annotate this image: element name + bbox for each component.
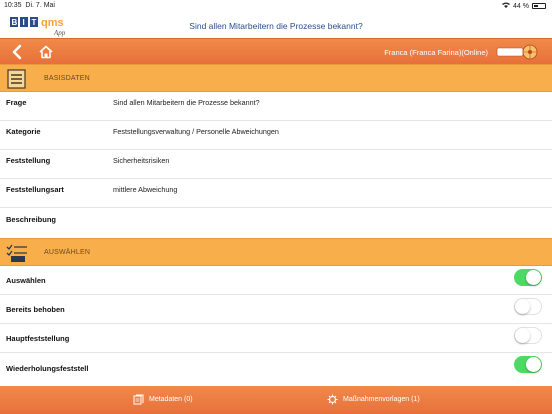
status-time-date: 10:35 Di. 7. Mai: [4, 2, 55, 9]
row-label: Bereits behoben: [6, 305, 65, 314]
row-hauptfeststellung: Hauptfeststellung: [0, 324, 552, 353]
row-label: Feststellungsart: [6, 185, 64, 194]
status-indicators: 44 %: [502, 2, 546, 10]
status-time: 10:35: [4, 2, 22, 9]
home-button[interactable]: [38, 44, 54, 60]
row-value: Feststellungsverwaltung / Personelle Abw…: [113, 127, 279, 136]
metadata-icon: [133, 394, 144, 405]
row-label: Beschreibung: [6, 215, 57, 224]
brand-logo: [496, 43, 542, 61]
row-label: Hauptfeststellung: [6, 334, 70, 343]
bottom-toolbar: Metadaten (0) Maßnahmenvorlagen (1): [0, 386, 552, 414]
row-feststellungsart: Feststellungsart mittlere Abweichung: [0, 179, 552, 208]
massnahmenvorlagen-button[interactable]: Maßnahmenvorlagen (1): [327, 394, 420, 405]
battery-icon: [532, 3, 546, 9]
app-header: B I T qms App Sind allen Mitarbeitern di…: [0, 12, 552, 38]
section-label-auswaehlen: AUSWÄHLEN: [44, 249, 91, 256]
chevron-left-icon: [12, 44, 22, 60]
row-wiederholungsfeststellung: Wiederholungsfeststell: [0, 353, 552, 386]
toggle-hauptfeststellung[interactable]: [514, 327, 542, 344]
row-bereits-behoben: Bereits behoben: [0, 295, 552, 324]
row-feststellung: Feststellung Sicherheitsrisiken: [0, 150, 552, 179]
row-value: Sind allen Mitarbeitern die Prozesse bek…: [113, 98, 260, 107]
toggle-wiederholungsfeststellung[interactable]: [514, 356, 542, 373]
list-icon: [6, 69, 28, 89]
metadaten-label: Metadaten (0): [149, 396, 193, 403]
row-beschreibung[interactable]: Beschreibung: [0, 208, 552, 238]
row-label: Frage: [6, 98, 27, 107]
toggle-knob: [515, 299, 530, 314]
massnahmenvorlagen-label: Maßnahmenvorlagen (1): [343, 396, 420, 403]
row-label: Feststellung: [6, 156, 51, 165]
toggle-knob: [515, 328, 530, 343]
page-title: Sind allen Mitarbeitern die Prozesse bek…: [189, 21, 363, 31]
navbar: Franca (Franca Farina)(Online): [0, 38, 552, 64]
row-value: Sicherheitsrisiken: [113, 156, 170, 165]
row-kategorie: Kategorie Feststellungsverwaltung / Pers…: [0, 121, 552, 150]
wifi-icon: [502, 2, 511, 10]
toggle-knob: [526, 357, 541, 372]
section-auswaehlen: AUSWÄHLEN: [0, 238, 552, 266]
status-bar: 10:35 Di. 7. Mai 44 %: [0, 0, 552, 12]
row-value: mittlere Abweichung: [113, 185, 178, 194]
toggle-knob: [526, 270, 541, 285]
metadaten-button[interactable]: Metadaten (0): [133, 394, 193, 405]
toggle-auswaehlen[interactable]: [514, 269, 542, 286]
back-button[interactable]: [10, 44, 24, 60]
battery-percent: 44 %: [513, 2, 529, 10]
checklist-icon: [6, 243, 28, 263]
gear-icon: [327, 394, 338, 405]
toggle-bereits-behoben[interactable]: [514, 298, 542, 315]
section-label-basisdaten: BASISDATEN: [44, 75, 90, 82]
home-icon: [39, 45, 53, 59]
row-label: Auswählen: [6, 276, 46, 285]
user-status: Franca (Franca Farina)(Online): [384, 48, 488, 57]
section-basisdaten: BASISDATEN: [0, 64, 552, 92]
row-auswaehlen: Auswählen: [0, 266, 552, 295]
row-frage: Frage Sind allen Mitarbeitern die Prozes…: [0, 92, 552, 121]
row-label: Wiederholungsfeststell: [6, 364, 89, 373]
status-date: Di. 7. Mai: [25, 2, 55, 9]
row-label: Kategorie: [6, 127, 41, 136]
